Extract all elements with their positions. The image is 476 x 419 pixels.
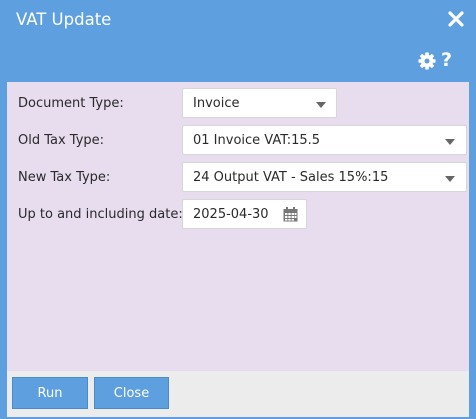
close-icon[interactable]: [447, 10, 465, 28]
run-button[interactable]: Run: [12, 377, 88, 409]
old-tax-type-select[interactable]: 01 Invoice VAT:15.5: [182, 125, 467, 155]
date-value: 2025-04-30: [193, 207, 269, 222]
new-tax-type-value: 24 Output VAT - Sales 15%:15: [193, 170, 389, 185]
chevron-down-icon: [445, 139, 455, 145]
dialog-footer: Run Close: [7, 371, 469, 417]
dialog-title: VAT Update: [16, 10, 112, 29]
document-type-label: Document Type:: [18, 96, 124, 111]
vat-update-dialog: VAT Update ? Document Type: Invoice Old …: [0, 0, 476, 419]
new-tax-type-select[interactable]: 24 Output VAT - Sales 15%:15: [182, 162, 467, 192]
document-type-select[interactable]: Invoice: [182, 88, 337, 118]
date-input[interactable]: 2025-04-30: [182, 199, 307, 229]
document-type-value: Invoice: [193, 96, 240, 111]
gear-icon[interactable]: [418, 52, 436, 70]
old-tax-type-value: 01 Invoice VAT:15.5: [193, 133, 321, 148]
chevron-down-icon: [316, 102, 326, 108]
question-icon[interactable]: ?: [441, 49, 452, 71]
form-panel: Document Type: Invoice Old Tax Type: 01 …: [7, 82, 469, 371]
chevron-down-icon: [445, 176, 455, 182]
new-tax-type-label: New Tax Type:: [18, 170, 111, 185]
calendar-icon[interactable]: [283, 207, 298, 222]
old-tax-type-label: Old Tax Type:: [18, 133, 105, 148]
dialog-titlebar[interactable]: VAT Update: [0, 0, 476, 42]
date-label: Up to and including date:: [18, 207, 183, 222]
close-button[interactable]: Close: [94, 377, 169, 409]
